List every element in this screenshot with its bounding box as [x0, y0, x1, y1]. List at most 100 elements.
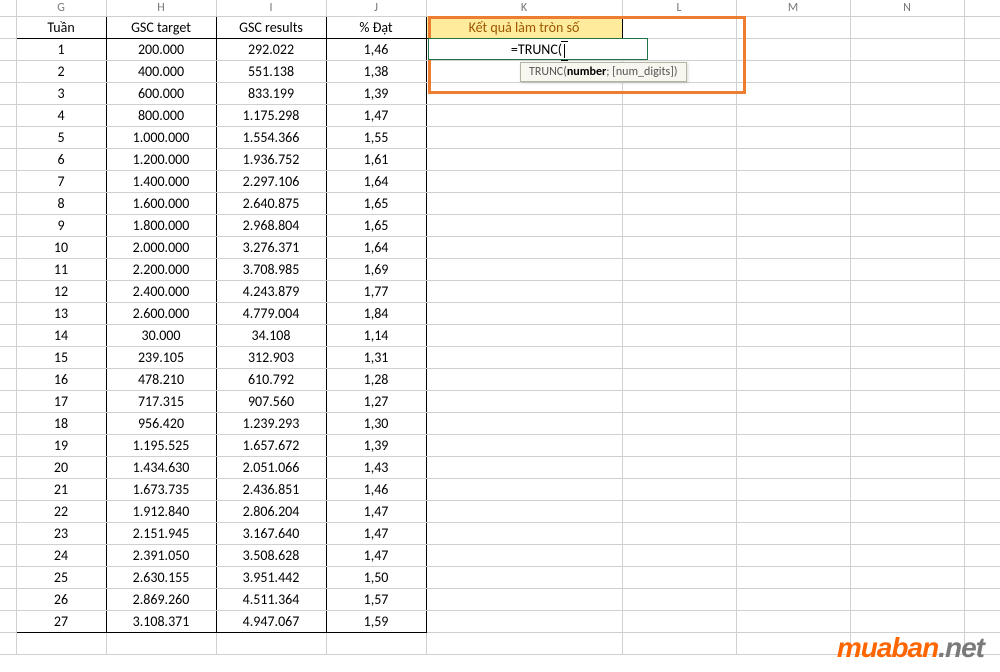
empty-cell[interactable]	[0, 280, 16, 302]
data-cell[interactable]: 12	[16, 280, 106, 302]
empty-cell[interactable]	[964, 280, 1000, 302]
data-cell[interactable]: 2.869.260	[106, 588, 216, 610]
data-cell[interactable]: 3.508.628	[216, 544, 326, 566]
data-cell[interactable]: 833.199	[216, 82, 326, 104]
empty-cell[interactable]	[964, 38, 1000, 60]
data-cell[interactable]: 907.560	[216, 390, 326, 412]
empty-cell[interactable]	[426, 346, 622, 368]
empty-cell[interactable]	[736, 434, 850, 456]
empty-cell[interactable]	[426, 258, 622, 280]
empty-cell[interactable]	[736, 346, 850, 368]
empty-cell[interactable]	[426, 544, 622, 566]
empty-cell[interactable]	[0, 456, 16, 478]
empty-cell[interactable]	[736, 588, 850, 610]
empty-cell[interactable]	[964, 610, 1000, 632]
empty-cell[interactable]	[622, 478, 736, 500]
data-cell[interactable]: 3.708.985	[216, 258, 326, 280]
data-cell[interactable]: 7	[16, 170, 106, 192]
empty-cell[interactable]	[622, 302, 736, 324]
empty-cell[interactable]	[850, 104, 964, 126]
empty-cell[interactable]	[0, 214, 16, 236]
empty-cell[interactable]	[850, 588, 964, 610]
empty-cell[interactable]	[426, 82, 622, 104]
column-letter[interactable]	[0, 0, 16, 16]
empty-cell[interactable]	[622, 522, 736, 544]
data-cell[interactable]: 2.400.000	[106, 280, 216, 302]
data-cell[interactable]: 1,30	[326, 412, 426, 434]
empty-cell[interactable]	[622, 412, 736, 434]
data-cell[interactable]: 1,47	[326, 104, 426, 126]
empty-cell[interactable]	[964, 214, 1000, 236]
data-cell[interactable]: 27	[16, 610, 106, 632]
empty-cell[interactable]	[622, 16, 736, 38]
empty-cell[interactable]	[850, 214, 964, 236]
empty-cell[interactable]	[850, 38, 964, 60]
empty-cell[interactable]	[964, 60, 1000, 82]
empty-cell[interactable]	[0, 412, 16, 434]
empty-cell[interactable]	[0, 390, 16, 412]
data-cell[interactable]: 3.108.371	[106, 610, 216, 632]
empty-cell[interactable]	[850, 412, 964, 434]
data-cell[interactable]: 1.673.735	[106, 478, 216, 500]
data-cell[interactable]: 1.239.293	[216, 412, 326, 434]
empty-cell[interactable]	[850, 346, 964, 368]
data-cell[interactable]: 3	[16, 82, 106, 104]
empty-cell[interactable]	[16, 632, 106, 654]
empty-cell[interactable]	[0, 148, 16, 170]
data-cell[interactable]: 1,38	[326, 60, 426, 82]
data-cell[interactable]: 4.511.364	[216, 588, 326, 610]
data-cell[interactable]: 1,59	[326, 610, 426, 632]
data-cell[interactable]: 2.391.050	[106, 544, 216, 566]
empty-cell[interactable]	[622, 390, 736, 412]
empty-cell[interactable]	[736, 126, 850, 148]
data-cell[interactable]: 2.640.875	[216, 192, 326, 214]
empty-cell[interactable]	[426, 412, 622, 434]
column-letter[interactable]: M	[736, 0, 850, 16]
column-letter[interactable]: K	[426, 0, 622, 16]
data-cell[interactable]: 1,31	[326, 346, 426, 368]
empty-cell[interactable]	[0, 610, 16, 632]
data-cell[interactable]: 18	[16, 412, 106, 434]
data-cell[interactable]: 2	[16, 60, 106, 82]
empty-cell[interactable]	[736, 544, 850, 566]
empty-cell[interactable]	[964, 456, 1000, 478]
data-cell[interactable]: 1,84	[326, 302, 426, 324]
empty-cell[interactable]	[426, 610, 622, 632]
data-cell[interactable]: 34.108	[216, 324, 326, 346]
data-cell[interactable]: 2.200.000	[106, 258, 216, 280]
column-letter[interactable]: G	[16, 0, 106, 16]
empty-cell[interactable]	[622, 632, 736, 654]
empty-cell[interactable]	[0, 522, 16, 544]
empty-cell[interactable]	[850, 236, 964, 258]
data-cell[interactable]: 9	[16, 214, 106, 236]
column-header[interactable]: % Đạt	[326, 16, 426, 38]
empty-cell[interactable]	[850, 148, 964, 170]
data-cell[interactable]: 1,27	[326, 390, 426, 412]
empty-cell[interactable]	[622, 192, 736, 214]
data-cell[interactable]: 1,50	[326, 566, 426, 588]
data-cell[interactable]: 26	[16, 588, 106, 610]
empty-cell[interactable]	[622, 126, 736, 148]
empty-cell[interactable]	[850, 610, 964, 632]
column-letter[interactable]: I	[216, 0, 326, 16]
data-cell[interactable]: 478.210	[106, 368, 216, 390]
data-cell[interactable]: 4.947.067	[216, 610, 326, 632]
data-cell[interactable]: 2.000.000	[106, 236, 216, 258]
empty-cell[interactable]	[850, 280, 964, 302]
empty-cell[interactable]	[736, 456, 850, 478]
empty-cell[interactable]	[106, 632, 216, 654]
empty-cell[interactable]	[736, 610, 850, 632]
empty-cell[interactable]	[736, 302, 850, 324]
data-cell[interactable]: 1,46	[326, 38, 426, 60]
empty-cell[interactable]	[964, 346, 1000, 368]
empty-cell[interactable]	[622, 368, 736, 390]
data-cell[interactable]: 1,43	[326, 456, 426, 478]
empty-cell[interactable]	[0, 302, 16, 324]
empty-cell[interactable]	[964, 478, 1000, 500]
empty-cell[interactable]	[0, 324, 16, 346]
data-cell[interactable]: 11	[16, 258, 106, 280]
empty-cell[interactable]	[622, 566, 736, 588]
empty-cell[interactable]	[622, 324, 736, 346]
empty-cell[interactable]	[850, 522, 964, 544]
data-cell[interactable]: 1,46	[326, 478, 426, 500]
